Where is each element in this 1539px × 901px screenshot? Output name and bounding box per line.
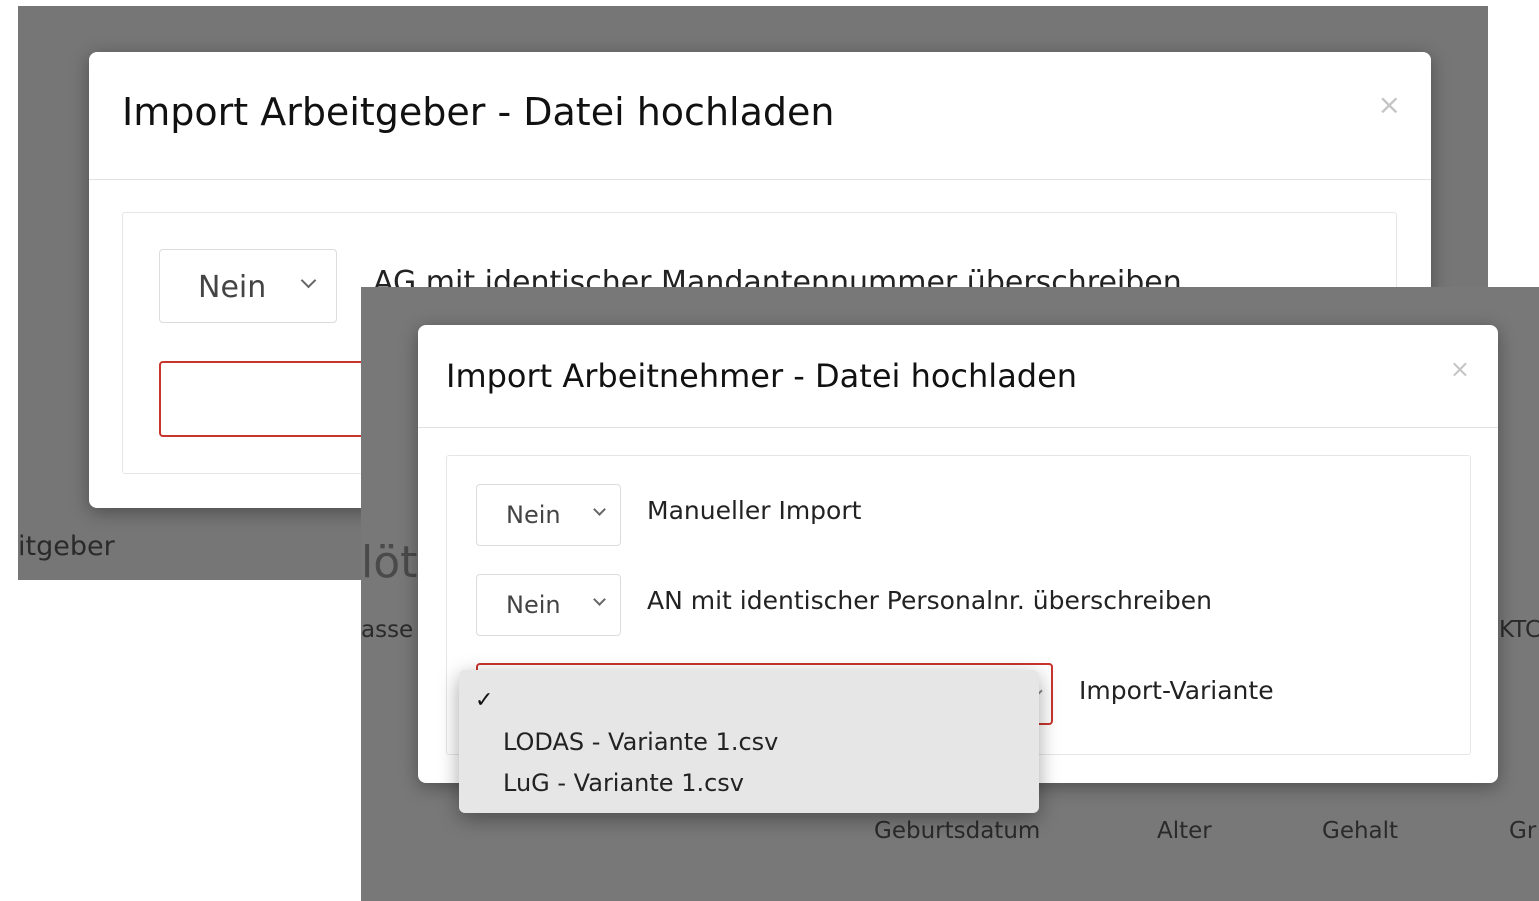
close-icon[interactable]: × (1378, 88, 1401, 121)
dropdown-option-lug[interactable]: LuG - Variante 1.csv (503, 769, 744, 797)
select-value: Nein (506, 591, 561, 619)
select-value: Nein (506, 501, 561, 529)
table-header-age: Alter (1157, 818, 1212, 844)
background-text: löt (361, 537, 418, 588)
employee-import-screenshot: löt asse KTC Geburtsdatum Alter Gehalt G… (361, 287, 1539, 901)
modal-divider (89, 179, 1431, 180)
background-text: itgeber (18, 531, 115, 562)
close-icon[interactable]: × (1450, 355, 1470, 383)
table-header-gr: Gr (1509, 818, 1537, 844)
chevron-down-icon (593, 593, 606, 606)
background-text: KTC (1499, 617, 1539, 643)
checkmark-icon: ✓ (475, 688, 494, 713)
overwrite-select[interactable]: Nein (476, 574, 621, 636)
background-text: asse (361, 617, 414, 643)
table-header-birthdate: Geburtsdatum (874, 818, 1041, 844)
chevron-down-icon (300, 272, 317, 289)
manual-import-label: Manueller Import (647, 496, 862, 525)
modal-divider (418, 427, 1498, 428)
modal-title: Import Arbeitgeber - Datei hochladen (122, 90, 835, 134)
overwrite-label: AN mit identischer Personalnr. überschre… (647, 586, 1212, 615)
select-value: Nein (198, 270, 267, 305)
manual-import-select[interactable]: Nein (476, 484, 621, 546)
chevron-down-icon (593, 503, 606, 516)
modal-title: Import Arbeitnehmer - Datei hochladen (446, 357, 1078, 395)
import-variant-label: Import-Variante (1079, 676, 1274, 705)
table-header-salary: Gehalt (1322, 818, 1399, 844)
overwrite-select[interactable]: Nein (159, 249, 337, 323)
import-variant-dropdown: ✓ LODAS - Variante 1.csv LuG - Variante … (459, 670, 1039, 813)
dropdown-option-lodas[interactable]: LODAS - Variante 1.csv (503, 728, 778, 756)
